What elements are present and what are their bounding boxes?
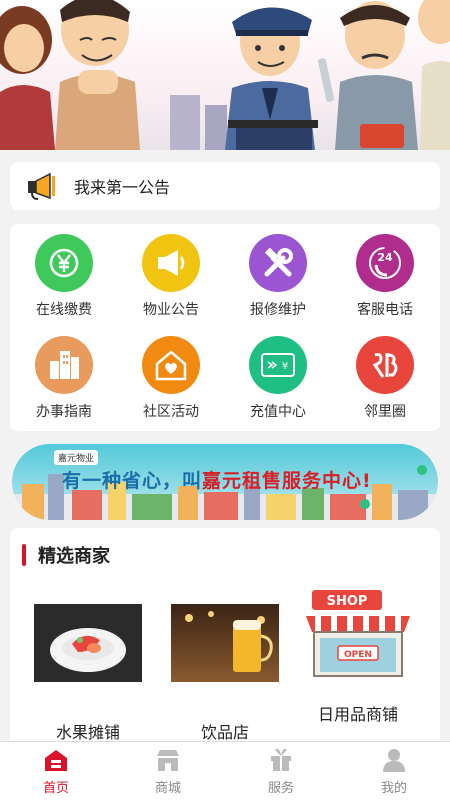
announcement-bar[interactable]: 我来第一公告 xyxy=(10,162,440,210)
wrench-hammer-icon xyxy=(249,234,307,292)
service-label: 社区活动 xyxy=(143,404,199,420)
open-sign-text: OPEN xyxy=(344,650,372,660)
gift-icon xyxy=(271,748,291,771)
service-online-payment[interactable]: 在线缴费 xyxy=(10,234,118,319)
section-title: 精选商家 xyxy=(38,546,110,567)
merchant-name: 日用品商铺 xyxy=(317,705,398,724)
promo-slogan: 有一种省心，叫嘉元租售服务中心! xyxy=(62,466,372,493)
user-icon xyxy=(383,749,405,772)
svg-text:¥: ¥ xyxy=(282,361,288,372)
megaphone-icon xyxy=(28,172,55,200)
merchant-fruit-stall[interactable]: 水果摊铺 xyxy=(28,604,148,743)
tab-label: 首页 xyxy=(42,781,69,796)
svg-text:24: 24 xyxy=(377,251,393,264)
recharge-card-icon: ¥ xyxy=(249,336,307,394)
hero-banner[interactable] xyxy=(0,0,450,150)
community-staff-illustration xyxy=(0,0,450,150)
service-label: 办事指南 xyxy=(36,404,92,420)
bottom-tab-bar: 首页 商城 服务 我的 xyxy=(0,741,450,800)
service-recharge[interactable]: ¥ 充值中心 xyxy=(224,336,332,421)
tab-profile[interactable]: 我的 xyxy=(354,748,434,796)
slogan-highlight: 嘉元租售服务中心! xyxy=(202,470,372,492)
service-label: 邻里圈 xyxy=(364,404,406,420)
buildings-icon xyxy=(35,336,93,394)
service-guide[interactable]: 办事指南 xyxy=(10,336,118,421)
section-header: 精选商家 xyxy=(22,542,110,568)
section-accent-bar xyxy=(22,544,26,566)
yen-payment-icon xyxy=(35,234,93,292)
fruit-plate-image xyxy=(34,604,142,682)
shop-sign-text: SHOP xyxy=(327,594,368,609)
merchant-name: 饮品店 xyxy=(200,723,249,742)
service-neighborhood[interactable]: 邻里圈 xyxy=(331,336,439,421)
shop-storefront-image: SHOP OPEN xyxy=(306,590,410,677)
announcement-text: 我来第一公告 xyxy=(74,178,171,197)
tab-label: 服务 xyxy=(267,781,294,796)
merchant-daily-goods[interactable]: SHOP OPEN 日用品商铺 xyxy=(298,590,418,725)
phone-24h-icon: 24 xyxy=(356,234,414,292)
tab-mall[interactable]: 商城 xyxy=(128,748,208,796)
promo-banner[interactable]: 嘉元物业 有一种省心，叫嘉元租售服务中心! xyxy=(12,444,438,520)
home-icon xyxy=(45,750,67,771)
service-label: 物业公告 xyxy=(143,302,199,318)
service-label: 充值中心 xyxy=(250,404,306,420)
slogan-prefix: 有一种省心，叫 xyxy=(62,470,203,492)
house-heart-icon xyxy=(142,336,200,394)
tab-home[interactable]: 首页 xyxy=(16,748,96,796)
featured-merchants-section: 精选商家 水果摊铺 饮品店 SHOP OPEN 日用品商铺 xyxy=(10,528,440,742)
merchant-name: 水果摊铺 xyxy=(55,723,120,742)
tab-label: 商城 xyxy=(154,781,181,796)
neighbor-icon xyxy=(356,336,414,394)
tab-services[interactable]: 服务 xyxy=(241,748,321,796)
beer-glass-image xyxy=(171,604,279,682)
service-property-notice[interactable]: 物业公告 xyxy=(117,234,225,319)
service-label: 报修维护 xyxy=(250,302,306,318)
service-repair[interactable]: 报修维护 xyxy=(224,234,332,319)
megaphone-icon xyxy=(142,234,200,292)
tab-label: 我的 xyxy=(380,781,407,796)
services-grid: 在线缴费 物业公告 报修维护 24 客服电话 办事指南 社区活动 ¥ 充值中心 … xyxy=(10,224,440,431)
merchant-drink-shop[interactable]: 饮品店 xyxy=(165,604,285,743)
brand-label: 嘉元物业 xyxy=(54,450,99,465)
service-label: 在线缴费 xyxy=(36,302,92,318)
service-label: 客服电话 xyxy=(357,302,413,318)
service-community-events[interactable]: 社区活动 xyxy=(117,336,225,421)
store-icon xyxy=(157,750,179,771)
service-hotline[interactable]: 24 客服电话 xyxy=(331,234,439,319)
